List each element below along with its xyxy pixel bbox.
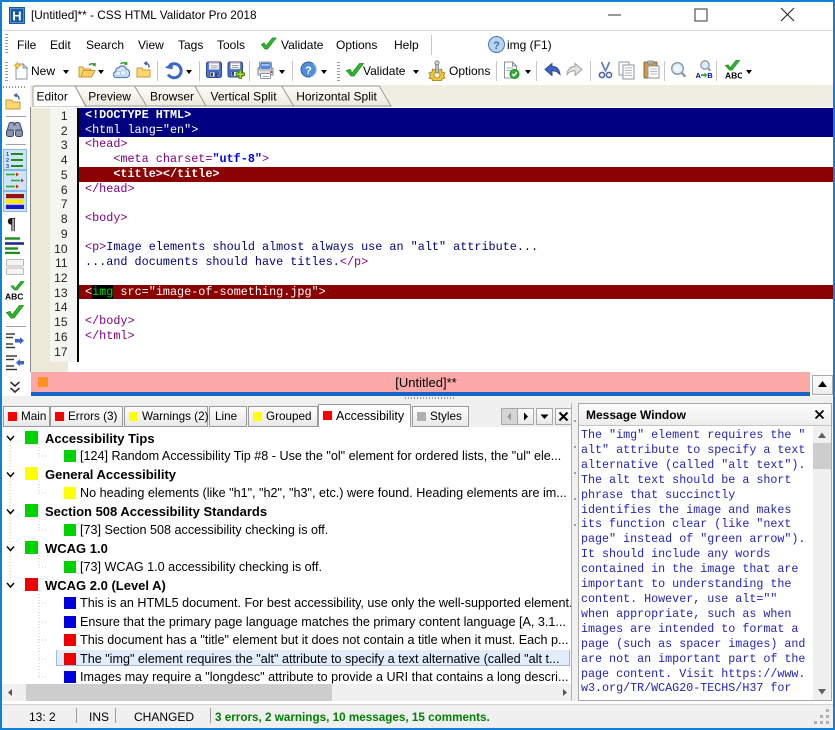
svg-text:?: ?: [493, 40, 500, 52]
svg-text:H: H: [12, 9, 21, 24]
svg-text:Vertical Split: Vertical Split: [211, 90, 278, 104]
svg-text:B: B: [707, 71, 713, 80]
svg-text:A: A: [696, 71, 702, 80]
svg-text:Editor: Editor: [37, 90, 68, 104]
svg-text:Preview: Preview: [88, 90, 131, 104]
svg-text:ABC: ABC: [5, 292, 23, 302]
svg-text:3: 3: [6, 164, 9, 168]
svg-text:Horizontal Split: Horizontal Split: [296, 90, 377, 104]
svg-text:ABC: ABC: [725, 71, 742, 81]
svg-text:?: ?: [305, 65, 312, 77]
svg-text:Browser: Browser: [150, 90, 194, 104]
